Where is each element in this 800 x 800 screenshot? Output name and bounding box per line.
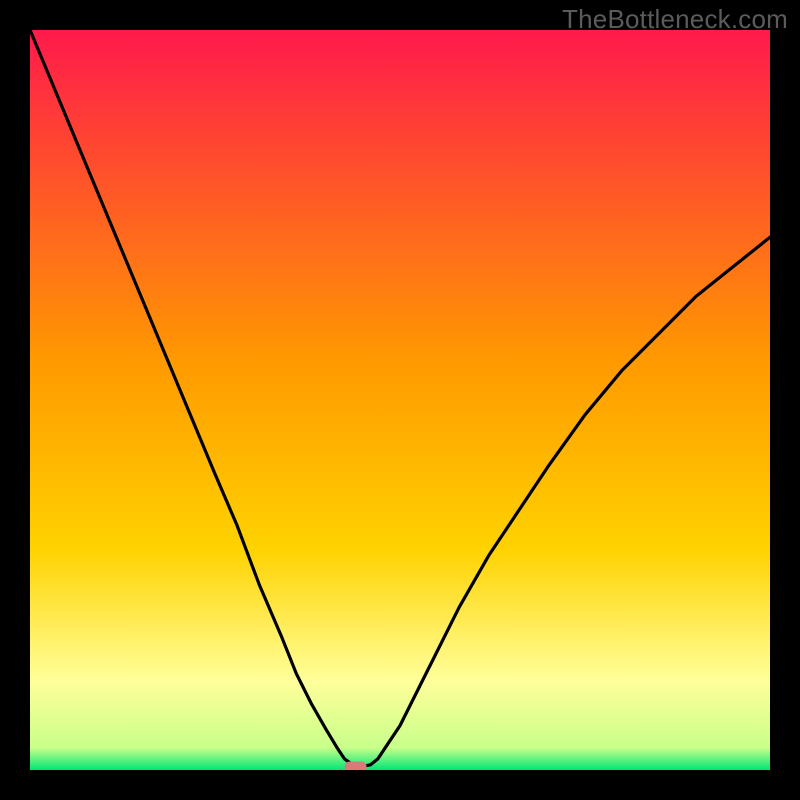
optimal-point-marker [345, 762, 367, 770]
chart-frame: TheBottleneck.com [0, 0, 800, 800]
plot-area [30, 30, 770, 770]
gradient-background [30, 30, 770, 770]
chart-svg [30, 30, 770, 770]
